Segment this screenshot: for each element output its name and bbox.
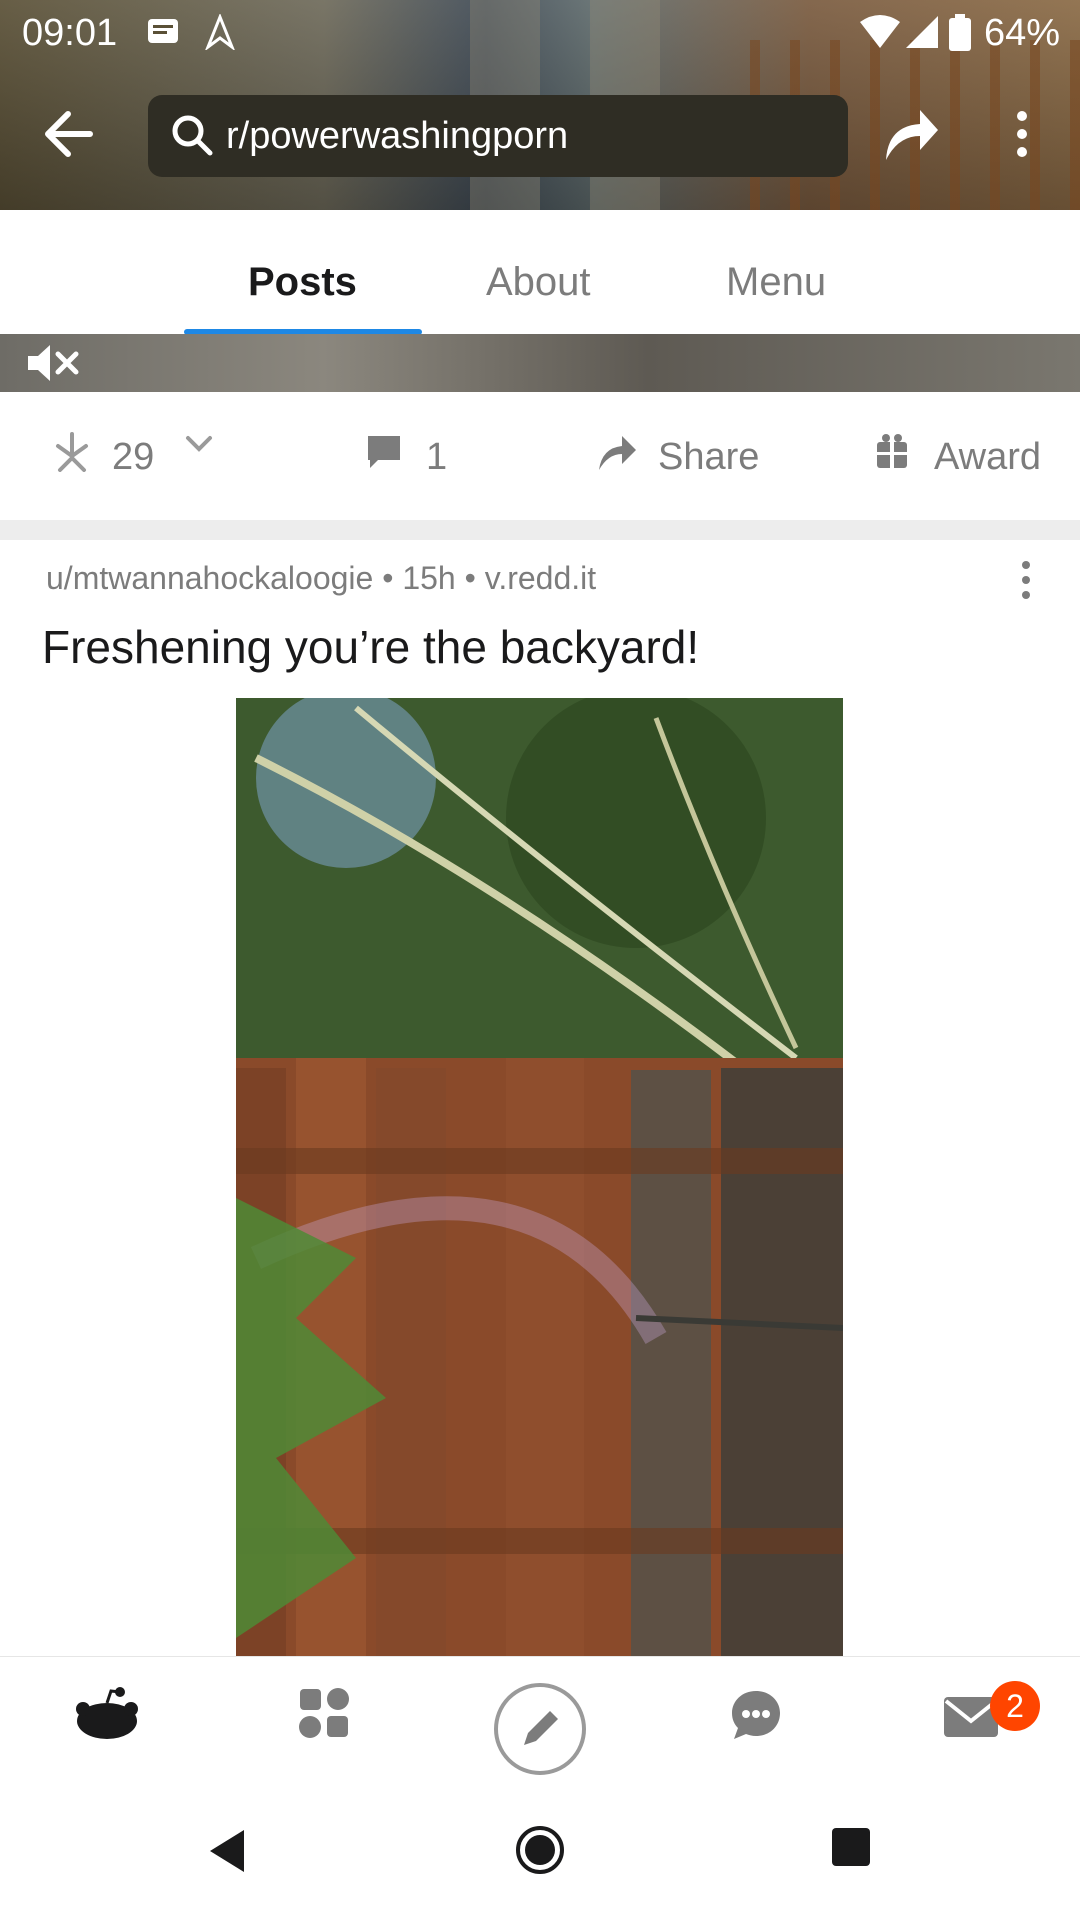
- vote-count: 29: [112, 436, 155, 478]
- share-button[interactable]: Share: [658, 436, 759, 479]
- app-notification-icon: [202, 12, 238, 55]
- cellular-signal-icon: [904, 14, 940, 55]
- share-subreddit-button[interactable]: [880, 104, 942, 169]
- create-post-pencil-icon[interactable]: [492, 1681, 588, 1782]
- battery-percentage: 64%: [983, 12, 1060, 54]
- post-action-bar: 29 1 Share Award: [0, 392, 1080, 521]
- post-overflow-icon[interactable]: [1018, 560, 1034, 605]
- tab-menu[interactable]: Menu: [726, 260, 826, 305]
- battery-icon: [948, 14, 972, 57]
- system-navigation-bar: [0, 1796, 1080, 1920]
- back-button[interactable]: [42, 110, 94, 163]
- previous-post-media[interactable]: [0, 334, 1080, 392]
- message-notification-icon: [145, 14, 181, 55]
- discover-grid-icon[interactable]: [298, 1687, 350, 1744]
- downvote-chevron-icon[interactable]: [184, 432, 214, 461]
- feed-divider: [0, 520, 1080, 540]
- system-home-icon[interactable]: [514, 1824, 566, 1881]
- search-subreddit-text: r/powerwashingporn: [226, 115, 569, 157]
- award-button[interactable]: Award: [934, 436, 1041, 479]
- more-options-icon[interactable]: [1012, 110, 1032, 163]
- system-recents-icon[interactable]: [830, 1826, 872, 1873]
- comment-icon[interactable]: [364, 432, 404, 477]
- search-bar[interactable]: r/powerwashingporn: [148, 95, 848, 177]
- status-bar: 09:01 64%: [0, 0, 1080, 64]
- award-gift-icon[interactable]: [874, 432, 910, 475]
- tab-posts[interactable]: Posts: [248, 260, 357, 305]
- subreddit-banner: 09:01 64% r/powerwashingporn: [0, 0, 1080, 210]
- post-video[interactable]: [236, 698, 843, 1656]
- upvote-icon[interactable]: [54, 432, 90, 477]
- post-metadata[interactable]: u/mtwannahockaloogie • 15h • v.redd.it: [46, 560, 596, 597]
- system-back-icon[interactable]: [204, 1826, 248, 1881]
- share-icon[interactable]: [596, 432, 638, 477]
- wifi-icon: [858, 14, 902, 55]
- inbox-badge: 2: [990, 1681, 1040, 1731]
- comment-count[interactable]: 1: [426, 436, 447, 479]
- home-reddit-icon[interactable]: [74, 1687, 140, 1748]
- video-frame-backyard-fence: [236, 698, 843, 1656]
- subreddit-tabs: Posts About Menu: [0, 210, 1080, 335]
- post-title[interactable]: Freshening you’re the backyard!: [42, 620, 699, 674]
- tab-about[interactable]: About: [486, 260, 591, 305]
- search-icon: [170, 113, 214, 162]
- bottom-navigation: 2: [0, 1656, 1080, 1797]
- status-time: 09:01: [22, 12, 118, 54]
- chat-icon[interactable]: [728, 1687, 784, 1748]
- muted-audio-icon[interactable]: [26, 342, 82, 389]
